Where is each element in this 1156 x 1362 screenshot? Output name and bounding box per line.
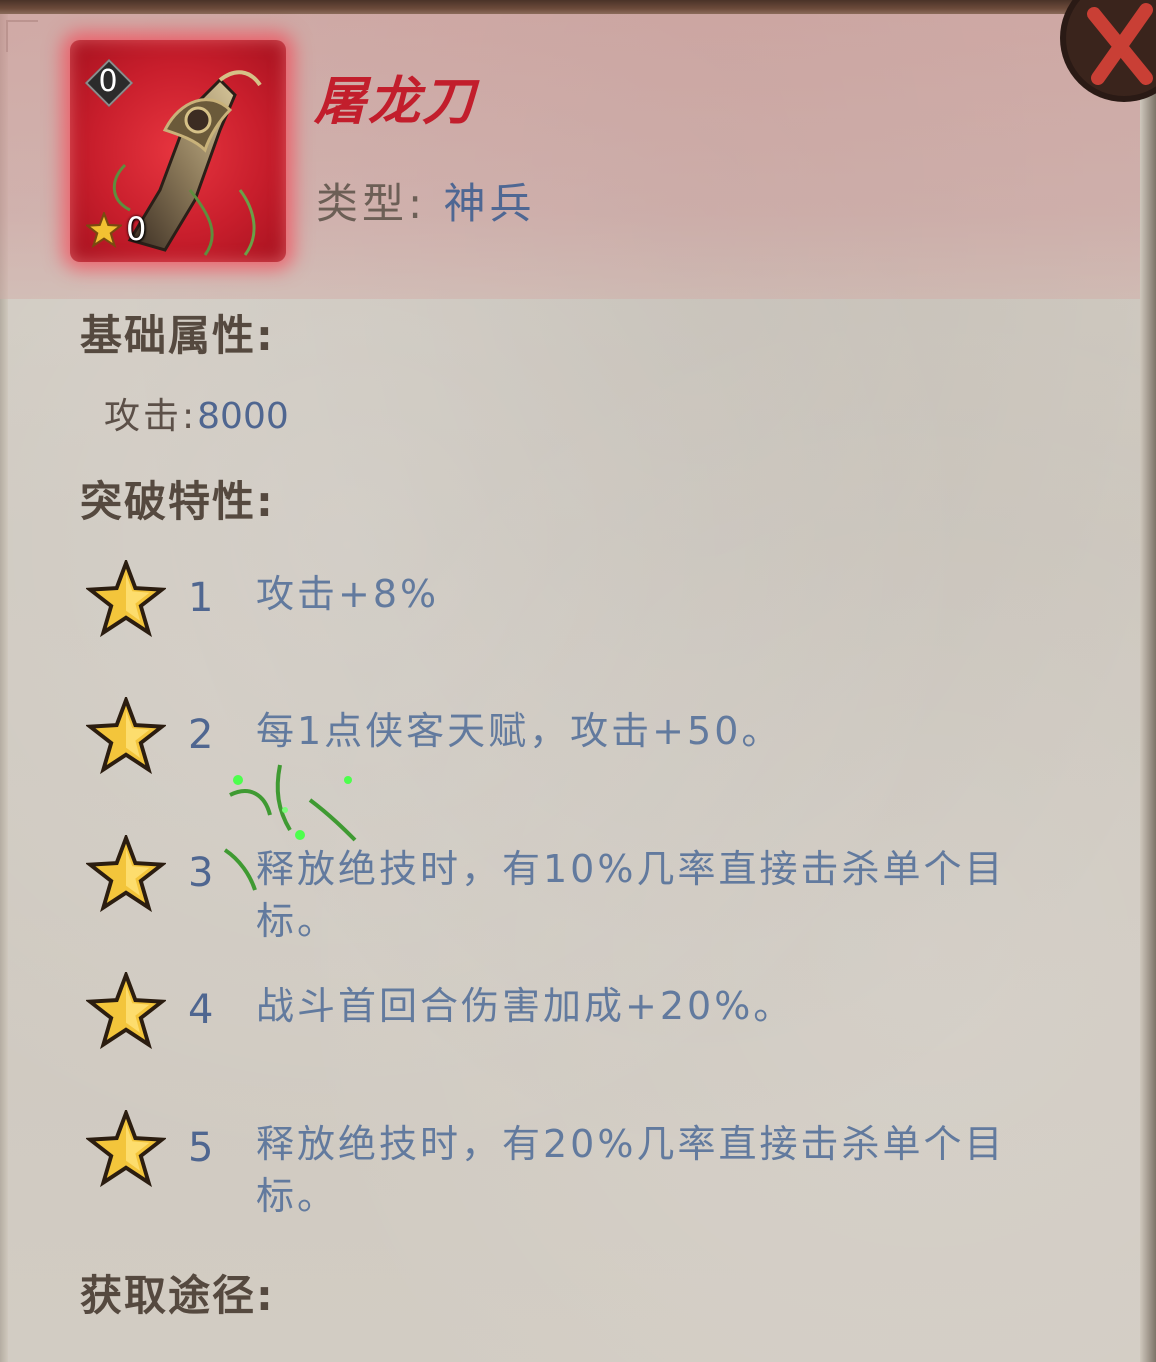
item-icon-frame: 0 0 — [70, 40, 286, 262]
trait-number: 4 — [188, 987, 214, 1033]
gold-star-icon — [86, 560, 166, 638]
source-heading: 获取途径: — [80, 1271, 275, 1320]
star-count-badge: 0 — [86, 208, 156, 248]
panel-top-border — [0, 0, 1100, 14]
item-detail-panel: 0 0 屠龙刀 类型: 神兵 基础属性: 攻击:8000 突破特性: 1 攻击+… — [0, 0, 1156, 1362]
trait-number: 5 — [188, 1125, 214, 1171]
close-x-icon — [1060, 0, 1156, 102]
gold-star-icon — [86, 835, 166, 913]
gold-star-icon — [86, 1110, 166, 1188]
item-name: 屠龙刀 — [314, 71, 477, 132]
trait-description: 释放绝技时，有10%几率直接击杀单个目标。 — [256, 847, 1006, 943]
trait-number: 3 — [188, 850, 214, 896]
item-type-label: 类型: — [316, 179, 427, 228]
small-star-icon — [86, 212, 122, 248]
trait-description: 攻击+8% — [256, 572, 440, 616]
trait-description: 释放绝技时，有20%几率直接击杀单个目标。 — [256, 1122, 1006, 1218]
level-value: 0 — [98, 64, 118, 99]
trait-description: 每1点侠客天赋，攻击+50。 — [256, 709, 783, 753]
trait-description: 战斗首回合伤害加成+20%。 — [256, 984, 795, 1028]
base-attributes-heading: 基础属性: — [80, 311, 275, 360]
trait-number: 1 — [188, 575, 214, 621]
item-type: 类型: 神兵 — [316, 176, 536, 232]
star-count-value: 0 — [126, 210, 147, 248]
trait-number: 2 — [188, 712, 214, 758]
attack-value: 8000 — [197, 396, 289, 437]
attack-label: 攻击: — [104, 396, 198, 437]
item-type-value: 神兵 — [443, 179, 536, 228]
attack-stat: 攻击:8000 — [104, 392, 289, 442]
close-button[interactable] — [1058, 0, 1156, 112]
breakthrough-heading: 突破特性: — [80, 477, 275, 526]
level-badge: 0 — [84, 58, 134, 108]
gold-star-icon — [86, 697, 166, 775]
panel-right-border — [1140, 14, 1156, 1362]
gold-star-icon — [86, 972, 166, 1050]
